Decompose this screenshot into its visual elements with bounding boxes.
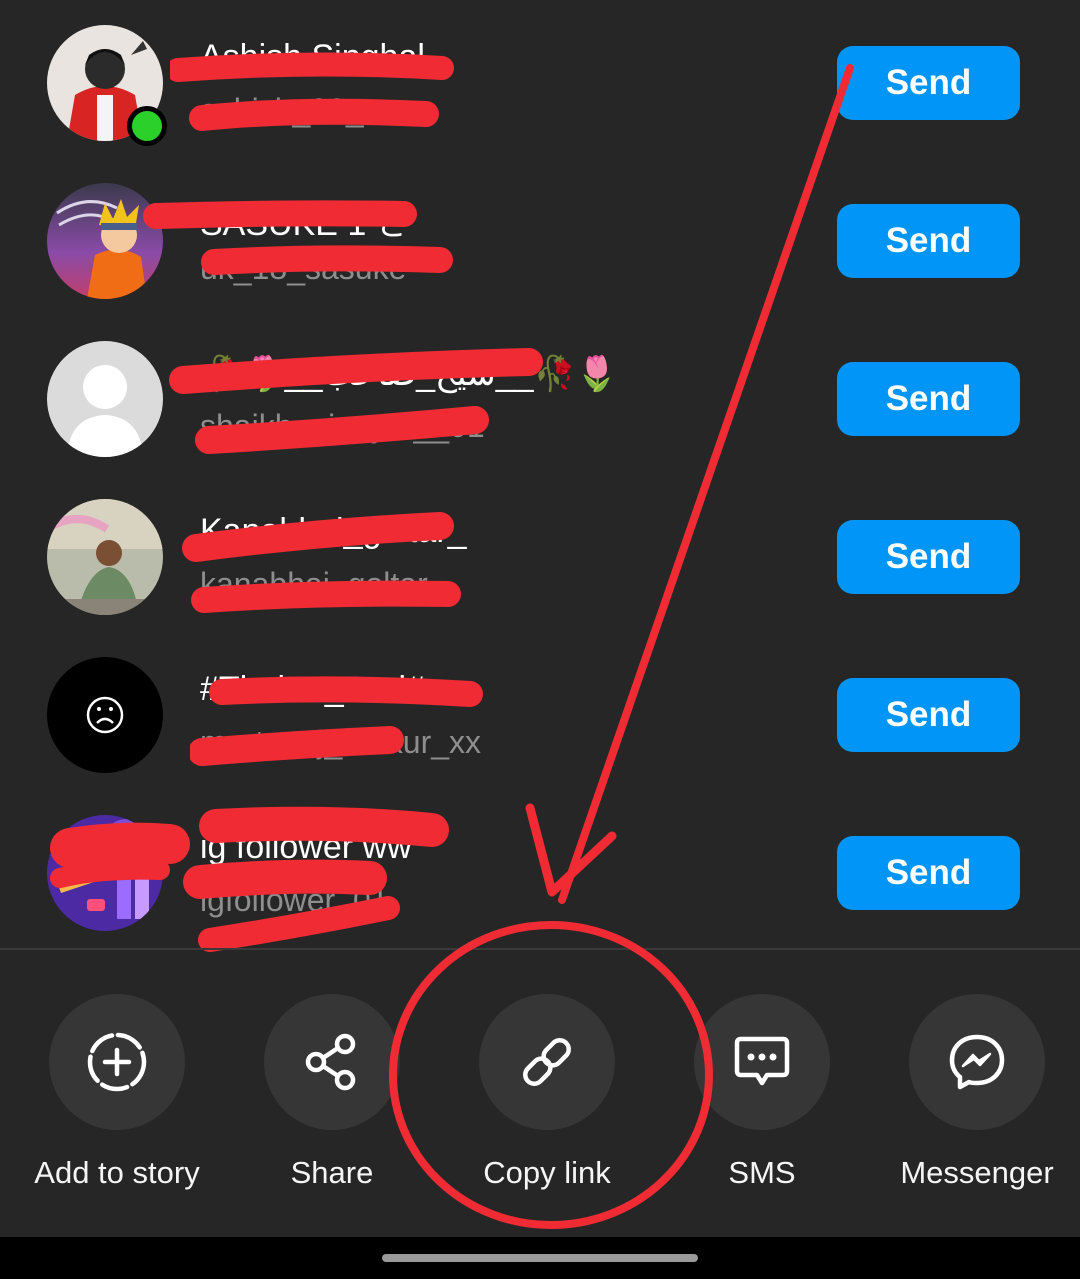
send-button[interactable]: Send <box>837 520 1020 594</box>
copy-link-button[interactable] <box>479 994 615 1130</box>
action-share[interactable]: Share <box>222 994 442 1214</box>
contact-username: shaikh__inayat__01 <box>200 408 485 444</box>
action-label: Messenger <box>900 1155 1054 1190</box>
home-handle[interactable] <box>382 1254 698 1262</box>
send-button[interactable]: Send <box>837 46 1020 120</box>
sms-button[interactable] <box>694 994 830 1130</box>
share-actions: Add to story Share Copy link SMS Messeng… <box>0 994 1080 1214</box>
action-label: Share <box>290 1155 374 1190</box>
share-sheet: Ashish Singhal ashish_99_xx Send SASUKE … <box>0 0 1080 1237</box>
add-to-story-icon <box>87 1032 147 1092</box>
messenger-button[interactable] <box>909 994 1045 1130</box>
contact-row[interactable]: Ashish Singhal ashish_99_xx Send <box>0 0 1080 158</box>
action-sms[interactable]: SMS <box>652 994 872 1214</box>
action-messenger[interactable]: Messenger <box>867 994 1080 1214</box>
system-navigation-bar <box>0 1237 1080 1279</box>
contact-row[interactable]: Kanabhai_goltar_ kanabhai_goltar_ Send <box>0 474 1080 632</box>
contact-row[interactable]: #Thakur_Dad# mr_tanuj_thakur_xx Send <box>0 632 1080 790</box>
contact-name: SASUKE 1 さ <box>200 205 410 243</box>
naruto-avatar-icon <box>47 183 163 299</box>
contact-name: Kanabhai_goltar_ <box>200 512 467 550</box>
divider <box>0 948 1080 950</box>
contact-row[interactable]: SASUKE 1 さ uk_18_sasuke Send <box>0 158 1080 316</box>
contact-row[interactable]: ig follower ww igfollower_01 Send <box>0 790 1080 952</box>
share-button[interactable] <box>264 994 400 1130</box>
contact-name: Ashish Singhal <box>200 38 425 76</box>
sad-face-avatar-icon <box>47 657 163 773</box>
contact-username: igfollower_01 <box>200 882 389 918</box>
contact-username: mr_tanuj_thakur_xx <box>200 724 482 760</box>
promo-avatar-icon <box>47 815 163 931</box>
send-button[interactable]: Send <box>837 836 1020 910</box>
send-button[interactable]: Send <box>837 204 1020 278</box>
avatar[interactable] <box>47 815 163 931</box>
contact-username: ashish_99_xx <box>200 92 396 128</box>
avatar[interactable] <box>47 499 163 615</box>
send-button[interactable]: Send <box>837 362 1020 436</box>
avatar[interactable] <box>47 657 163 773</box>
link-icon <box>523 1038 571 1086</box>
share-icon <box>305 1033 356 1091</box>
contact-username: uk_18_sasuke <box>200 250 407 286</box>
action-label: Add to story <box>34 1155 200 1190</box>
contact-row[interactable]: 🥀🌷__شيخ_صاحب__🥀🌷 shaikh__inayat__01 Send <box>0 316 1080 474</box>
online-status-dot <box>127 106 167 146</box>
action-label: Copy link <box>483 1155 611 1190</box>
action-add-to-story[interactable]: Add to story <box>7 994 227 1214</box>
avatar[interactable] <box>47 183 163 299</box>
contact-name: ig follower ww <box>200 828 412 866</box>
add-to-story-button[interactable] <box>49 994 185 1130</box>
contact-username: kanabhai_goltar_ <box>200 566 446 602</box>
sms-icon <box>734 1036 790 1086</box>
contact-name: #Thakur_Dad# <box>200 670 425 708</box>
send-button[interactable]: Send <box>837 678 1020 752</box>
contact-name: 🥀🌷__شيخ_صاحب__🥀🌷 <box>200 355 619 393</box>
default-profile-avatar-icon <box>47 341 163 457</box>
avatar[interactable] <box>47 341 163 457</box>
photo-avatar-icon <box>47 499 163 615</box>
action-label: SMS <box>728 1155 796 1190</box>
action-copy-link[interactable]: Copy link <box>437 994 657 1214</box>
messenger-icon <box>949 1034 1005 1090</box>
